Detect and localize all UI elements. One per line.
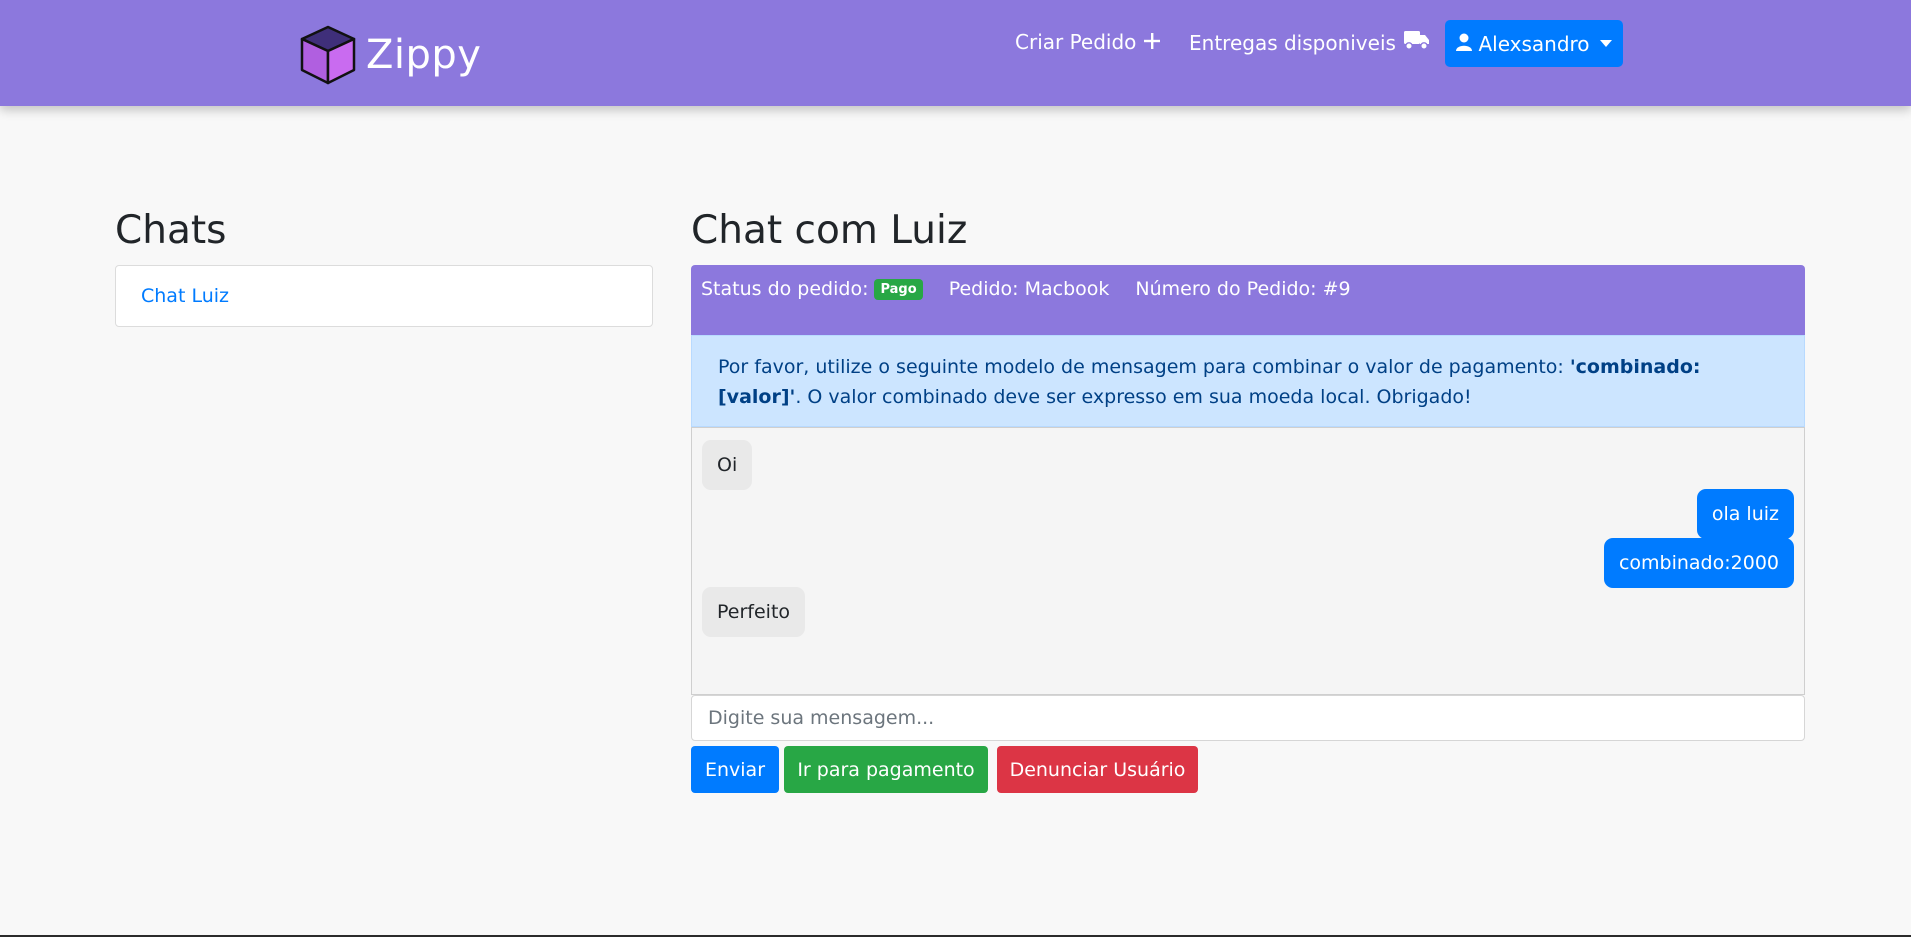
nav-available-deliveries-label: Entregas disponiveis — [1189, 30, 1396, 55]
order-number: Número do Pedido: #9 — [1135, 278, 1351, 300]
message-received: Oi — [702, 440, 753, 490]
brand-link[interactable]: Zippy — [298, 24, 481, 86]
user-icon — [1456, 32, 1478, 56]
send-button[interactable]: Enviar — [691, 746, 779, 793]
caret-down-icon — [1599, 40, 1612, 47]
truck-icon — [1396, 30, 1430, 55]
message-input[interactable] — [691, 695, 1805, 741]
order-info-bar: Status do pedido: Pago Pedido: Macbook N… — [691, 265, 1805, 335]
navbar: Zippy Criar Pedido Entregas disponiveis … — [0, 0, 1911, 106]
message-received: Perfeito — [702, 587, 806, 637]
user-name: Alexsandro — [1478, 31, 1590, 56]
chat-title: Chat com Luiz — [691, 208, 968, 253]
notice-suffix: . O valor combinado deve ser expresso em… — [795, 386, 1472, 408]
nav-create-order-label: Criar Pedido — [1015, 30, 1137, 54]
message-sent: combinado:2000 — [1603, 538, 1794, 588]
nav-create-order[interactable]: Criar Pedido — [1015, 30, 1161, 54]
message-sent: ola luiz — [1696, 489, 1794, 539]
cube-logo-icon — [298, 24, 358, 86]
brand-name: Zippy — [366, 32, 482, 78]
report-user-button[interactable]: Denunciar Usuário — [997, 746, 1198, 793]
notice-prefix: Por favor, utilize o seguinte modelo de … — [718, 356, 1570, 378]
chats-title: Chats — [115, 208, 227, 253]
status-badge: Pago — [874, 278, 923, 300]
order-name: Pedido: Macbook — [948, 278, 1110, 300]
message-list[interactable]: Oi ola luiz combinado:2000 Perfeito — [691, 427, 1805, 695]
go-to-payment-button[interactable]: Ir para pagamento — [784, 746, 988, 793]
chat-list-item[interactable]: Chat Luiz — [115, 265, 653, 327]
user-menu-button[interactable]: Alexsandro — [1445, 20, 1623, 67]
nav-available-deliveries[interactable]: Entregas disponiveis — [1189, 30, 1430, 55]
payment-notice: Por favor, utilize o seguinte modelo de … — [691, 335, 1805, 427]
order-status-label: Status do pedido: — [701, 278, 869, 300]
plus-icon — [1136, 30, 1161, 54]
